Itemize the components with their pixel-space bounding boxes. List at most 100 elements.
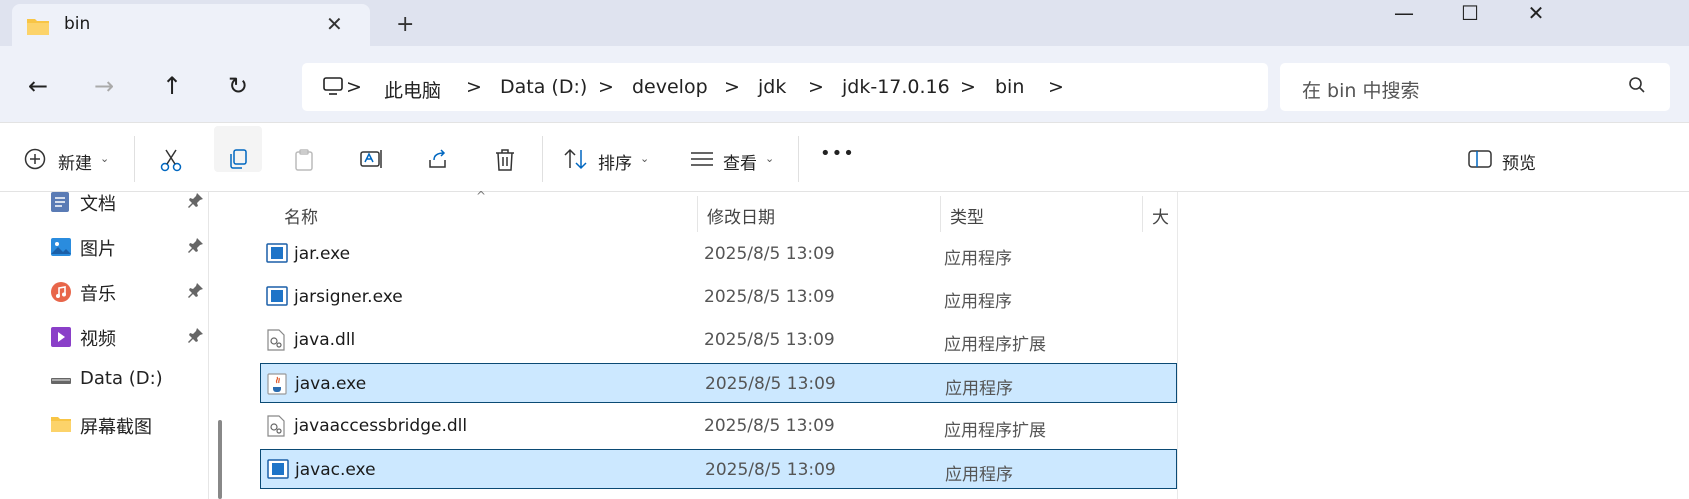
preview-pane-icon[interactable]: [1468, 148, 1492, 174]
file-name: java.exe: [295, 374, 367, 394]
file-type: 应用程序: [944, 292, 1012, 312]
exe-icon: [266, 286, 288, 311]
column-header-type[interactable]: 类型: [950, 203, 984, 228]
music-icon: [50, 281, 72, 303]
pin-icon[interactable]: [188, 192, 204, 212]
table-row[interactable]: jarsigner.exe 2025/8/5 13:09 应用程序: [260, 277, 1177, 317]
sidebar-item-label: Data (D:): [80, 368, 163, 389]
column-divider[interactable]: [1142, 196, 1143, 232]
breadcrumb-separator[interactable]: >: [1048, 76, 1064, 98]
search-icon[interactable]: [1628, 76, 1646, 98]
breadcrumb-develop[interactable]: develop: [632, 76, 708, 98]
minimize-button[interactable]: —: [1370, 0, 1438, 30]
search-placeholder[interactable]: 在 bin 中搜索: [1302, 76, 1419, 103]
file-type: 应用程序扩展: [944, 421, 1046, 441]
sidebar-item-label: 视频: [80, 329, 116, 350]
table-row[interactable]: javaaccessbridge.dll 2025/8/5 13:09 应用程序…: [260, 406, 1177, 446]
file-name: java.dll: [294, 330, 356, 350]
breadcrumb-jdk[interactable]: jdk: [758, 76, 786, 98]
refresh-icon[interactable]: ↻: [228, 72, 248, 100]
sort-ascending-icon: ^: [476, 189, 487, 203]
forward-icon[interactable]: →: [94, 72, 114, 100]
videos-icon: [50, 326, 72, 348]
sidebar-item-music[interactable]: 音乐: [50, 270, 210, 314]
breadcrumb-separator[interactable]: >: [466, 76, 482, 98]
sidebar-item-screenshots[interactable]: 屏幕截图: [50, 403, 210, 447]
view-button[interactable]: 查看: [723, 149, 757, 174]
column-header-size[interactable]: 大小: [1152, 203, 1176, 232]
sidebar-item-pictures[interactable]: 图片: [50, 225, 210, 269]
more-options-button[interactable]: •••: [820, 143, 855, 164]
sidebar-item-label: 图片: [80, 239, 116, 260]
column-header-date[interactable]: 修改日期: [707, 203, 775, 228]
table-row-selected[interactable]: javac.exe 2025/8/5 13:09 应用程序: [260, 449, 1177, 489]
add-icon[interactable]: [24, 148, 46, 174]
folder-icon: [50, 414, 72, 436]
breadcrumb-bin[interactable]: bin: [995, 76, 1024, 98]
sort-button[interactable]: 排序: [598, 149, 632, 174]
delete-icon[interactable]: [494, 148, 516, 176]
breadcrumb-jdk-version[interactable]: jdk-17.0.16: [842, 76, 950, 98]
pin-icon[interactable]: [188, 237, 204, 257]
file-type: 应用程序: [944, 249, 1012, 269]
sidebar-item-documents[interactable]: 文档: [50, 180, 210, 224]
file-date: 2025/8/5 13:09: [704, 244, 835, 264]
breadcrumb-separator[interactable]: >: [724, 76, 740, 98]
breadcrumb-this-pc[interactable]: 此电脑: [384, 76, 441, 103]
sidebar-item-label: 屏幕截图: [80, 417, 152, 438]
folder-icon: [26, 16, 50, 40]
chevron-down-icon[interactable]: ⌄: [765, 152, 774, 165]
table-row[interactable]: jar.exe 2025/8/5 13:09 应用程序: [260, 234, 1177, 274]
sidebar-item-label: 音乐: [80, 284, 116, 305]
file-name: jar.exe: [294, 244, 351, 264]
column-divider[interactable]: [940, 196, 941, 232]
breadcrumb-data-drive[interactable]: Data (D:): [500, 76, 587, 98]
sidebar-scrollbar[interactable]: [218, 420, 222, 499]
sidebar-item-data-drive[interactable]: Data (D:): [50, 358, 210, 402]
chevron-down-icon[interactable]: ⌄: [100, 152, 109, 165]
file-name: javac.exe: [295, 460, 376, 480]
breadcrumb-separator[interactable]: >: [598, 76, 614, 98]
paste-icon[interactable]: [293, 148, 315, 176]
file-date: 2025/8/5 13:09: [704, 416, 835, 436]
pin-icon[interactable]: [188, 282, 204, 302]
tab-close-icon[interactable]: ✕: [326, 12, 343, 36]
breadcrumb-separator[interactable]: >: [960, 76, 976, 98]
close-button[interactable]: ✕: [1502, 0, 1570, 30]
up-icon[interactable]: ↑: [162, 72, 182, 100]
preview-button[interactable]: 预览: [1502, 149, 1536, 174]
view-icon[interactable]: [690, 148, 714, 174]
copy-icon[interactable]: [227, 148, 249, 174]
sidebar-item-videos[interactable]: 视频: [50, 315, 210, 359]
pin-icon[interactable]: [188, 327, 204, 347]
new-button[interactable]: 新建: [58, 149, 92, 174]
dll-icon: [266, 329, 286, 356]
sort-icon[interactable]: [564, 148, 588, 174]
share-icon[interactable]: [427, 148, 449, 174]
rename-icon[interactable]: [360, 148, 384, 174]
column-header-name[interactable]: 名称: [284, 203, 318, 228]
drive-icon: [50, 369, 72, 391]
computer-icon[interactable]: [322, 75, 344, 101]
sidebar-item-label: 文档: [80, 194, 116, 215]
file-type: 应用程序: [945, 379, 1013, 399]
file-type: 应用程序扩展: [944, 335, 1046, 355]
breadcrumb-separator[interactable]: >: [808, 76, 824, 98]
back-icon[interactable]: ←: [28, 72, 48, 100]
column-header-size-clip: 大小: [1152, 196, 1176, 232]
pictures-icon: [50, 236, 72, 258]
file-name: jarsigner.exe: [294, 287, 403, 307]
cut-icon[interactable]: [160, 148, 182, 176]
breadcrumb-separator[interactable]: >: [346, 76, 362, 98]
table-row[interactable]: java.dll 2025/8/5 13:09 应用程序扩展: [260, 320, 1177, 360]
new-tab-button[interactable]: +: [396, 12, 414, 37]
table-row-selected[interactable]: java.exe 2025/8/5 13:09 应用程序: [260, 363, 1177, 403]
toolbar-divider: [134, 136, 135, 182]
file-date: 2025/8/5 13:09: [705, 374, 836, 394]
exe-icon: [267, 459, 289, 484]
chevron-down-icon[interactable]: ⌄: [640, 152, 649, 165]
documents-icon: [50, 191, 72, 213]
maximize-button[interactable]: ☐: [1436, 0, 1504, 30]
column-divider[interactable]: [697, 196, 698, 232]
file-date: 2025/8/5 13:09: [705, 460, 836, 480]
